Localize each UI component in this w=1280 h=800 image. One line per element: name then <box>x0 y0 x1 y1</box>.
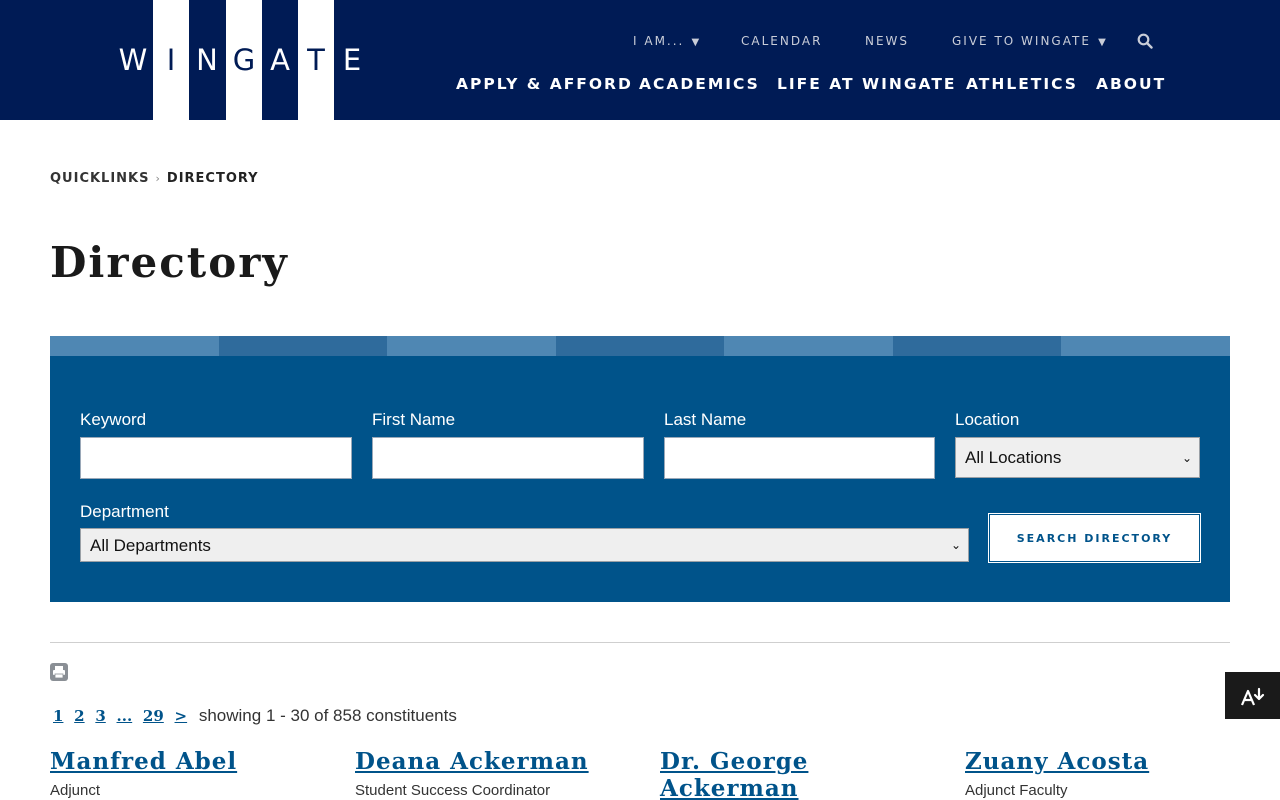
nav-calendar[interactable]: CALENDAR <box>741 32 822 50</box>
person-card: Dr. George Ackerman <box>660 748 920 800</box>
department-select-value: All Departments <box>90 535 211 555</box>
breadcrumb: QUICKLINKS › DIRECTORY <box>50 170 259 188</box>
panel-stripes <box>50 336 1230 356</box>
stripe-segment <box>50 336 219 356</box>
nav-i-am-label: I AM... <box>633 34 685 48</box>
search-directory-button[interactable]: SEARCH DIRECTORY <box>988 513 1201 563</box>
person-card: Zuany Acosta Adjunct Faculty <box>965 748 1225 800</box>
stripe-segment <box>387 336 556 356</box>
chevron-right-icon: › <box>155 172 161 185</box>
site-header: W I N G A T E I AM... ▼ CALENDAR NEWS GI… <box>0 0 1280 120</box>
main-nav: APPLY & AFFORD ACADEMICS LIFE AT WINGATE… <box>0 72 1280 96</box>
first-name-input[interactable] <box>372 437 644 479</box>
department-label: Department <box>80 502 169 521</box>
location-select-value: All Locations <box>965 448 1062 467</box>
keyword-input[interactable] <box>80 437 352 479</box>
person-name-line: Dr. George <box>660 748 809 775</box>
chevron-down-icon: ⌄ <box>950 538 962 552</box>
nav-give-label: GIVE TO WINGATE <box>952 34 1091 48</box>
nav-about[interactable]: ABOUT <box>1096 72 1166 96</box>
search-icon[interactable] <box>1137 33 1153 49</box>
department-select[interactable]: All Departments ⌄ <box>80 528 969 562</box>
stripe-segment <box>724 336 893 356</box>
person-card: Manfred Abel Adjunct <box>50 748 310 800</box>
caret-down-icon: ▼ <box>1092 37 1108 48</box>
accessibility-download-widget[interactable] <box>1225 672 1280 719</box>
last-name-label: Last Name <box>664 410 747 429</box>
person-name-link[interactable]: Deana Ackerman <box>355 748 615 775</box>
nav-athletics[interactable]: ATHLETICS <box>966 72 1078 96</box>
stripe-segment <box>1061 336 1230 356</box>
stripe-segment <box>893 336 1061 356</box>
wingate-logo[interactable]: W I N G A T E <box>118 0 364 120</box>
location-label: Location <box>955 410 1020 429</box>
page-link-1[interactable]: 1 <box>53 707 63 725</box>
directory-search-panel: Keyword First Name Last Name Location Al… <box>50 356 1230 602</box>
pagination: 1 2 3 ... 29 > showing 1 - 30 of 858 con… <box>50 705 457 727</box>
print-icon[interactable] <box>50 663 68 681</box>
page-title: Directory <box>50 238 289 287</box>
person-card: Deana Ackerman Student Success Coordinat… <box>355 748 615 800</box>
stripe-segment <box>556 336 724 356</box>
first-name-label: First Name <box>372 410 456 429</box>
page-link-29[interactable]: 29 <box>143 707 164 725</box>
stripe-segment <box>219 336 387 356</box>
page-link-3[interactable]: 3 <box>95 707 105 725</box>
download-accessibility-icon <box>1240 687 1264 705</box>
page-link-ellipsis[interactable]: ... <box>117 707 133 725</box>
person-name-link[interactable]: Dr. George Ackerman <box>660 748 920 800</box>
nav-apply-afford[interactable]: APPLY & AFFORD <box>456 72 633 96</box>
breadcrumb-current: DIRECTORY <box>166 171 259 186</box>
keyword-label: Keyword <box>80 410 147 429</box>
person-role: Adjunct <box>50 782 101 799</box>
person-name-link[interactable]: Manfred Abel <box>50 748 310 775</box>
caret-down-icon: ▼ <box>686 37 702 48</box>
person-role: Student Success Coordinator <box>355 782 551 799</box>
nav-news[interactable]: NEWS <box>865 32 909 50</box>
nav-i-am[interactable]: I AM... ▼ <box>633 32 701 52</box>
person-role: Adjunct Faculty <box>965 782 1068 799</box>
chevron-down-icon: ⌄ <box>1181 450 1193 465</box>
location-select[interactable]: All Locations ⌄ <box>955 437 1200 478</box>
last-name-input[interactable] <box>664 437 935 479</box>
results-count: showing 1 - 30 of 858 constituents <box>198 706 457 725</box>
page-link-next[interactable]: > <box>175 707 188 725</box>
person-name-line: Ackerman <box>660 775 799 800</box>
breadcrumb-quicklinks[interactable]: QUICKLINKS <box>50 171 150 186</box>
nav-academics[interactable]: ACADEMICS <box>639 72 760 96</box>
results-divider <box>50 642 1230 643</box>
person-name-link[interactable]: Zuany Acosta <box>965 748 1225 775</box>
nav-give[interactable]: GIVE TO WINGATE ▼ <box>952 32 1108 52</box>
page-link-2[interactable]: 2 <box>74 707 84 725</box>
nav-life-at-wingate[interactable]: LIFE AT WINGATE <box>777 72 957 96</box>
